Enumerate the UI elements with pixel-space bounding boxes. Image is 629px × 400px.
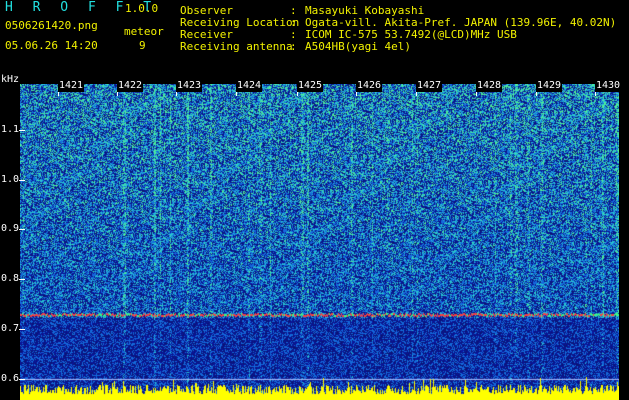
x-tick-label: 1428: [476, 80, 503, 92]
y-tick-label: 0.7: [1, 323, 20, 334]
antenna-label: Receiving antenna: [180, 40, 293, 53]
y-tick-mark: [19, 229, 25, 230]
antenna-value: A504HB(yagi 4el): [305, 40, 411, 53]
header-panel: H R O F F T 1.0.0 0506261420.png 05.06.2…: [0, 0, 629, 78]
x-tick-label: 1422: [117, 80, 144, 92]
meteor-count-label: meteor: [124, 25, 164, 38]
y-tick-label: 0.9: [1, 223, 20, 234]
x-tick-label: 1426: [356, 80, 383, 92]
x-tick-mark: [58, 92, 59, 96]
y-axis-unit: kHz: [1, 74, 20, 85]
x-tick-label: 1425: [297, 80, 324, 92]
y-tick-mark: [19, 180, 25, 181]
x-tick-label: 1427: [416, 80, 443, 92]
y-tick-label: 1.0: [1, 174, 20, 185]
x-tick-label: 1423: [176, 80, 203, 92]
y-tick-label: 0.8: [1, 273, 20, 284]
x-tick-label: 1424: [236, 80, 263, 92]
x-tick-label: 1421: [58, 80, 85, 92]
spectrogram-canvas: [20, 84, 619, 400]
y-tick-mark: [19, 279, 25, 280]
x-tick-mark: [117, 92, 118, 96]
x-tick-mark: [595, 92, 596, 96]
x-tick-label: 1429: [536, 80, 563, 92]
x-tick-mark: [536, 92, 537, 96]
y-tick-mark: [19, 379, 25, 380]
x-tick-mark: [236, 92, 237, 96]
x-tick-mark: [416, 92, 417, 96]
y-tick-label: 0.6: [1, 373, 20, 384]
app-version: 1.0.0: [125, 2, 159, 15]
x-tick-mark: [176, 92, 177, 96]
y-tick-mark: [19, 329, 25, 330]
x-tick-mark: [356, 92, 357, 96]
y-tick-mark: [19, 130, 25, 131]
meteor-count-value: 9: [139, 39, 146, 52]
image-filename: 0506261420.png: [5, 19, 98, 32]
observation-datetime: 05.06.26 14:20: [5, 39, 98, 52]
y-tick-label: 1.1: [1, 124, 20, 135]
x-tick-label: 1430: [595, 80, 622, 92]
antenna-colon: :: [290, 40, 297, 53]
x-tick-mark: [476, 92, 477, 96]
x-tick-mark: [297, 92, 298, 96]
